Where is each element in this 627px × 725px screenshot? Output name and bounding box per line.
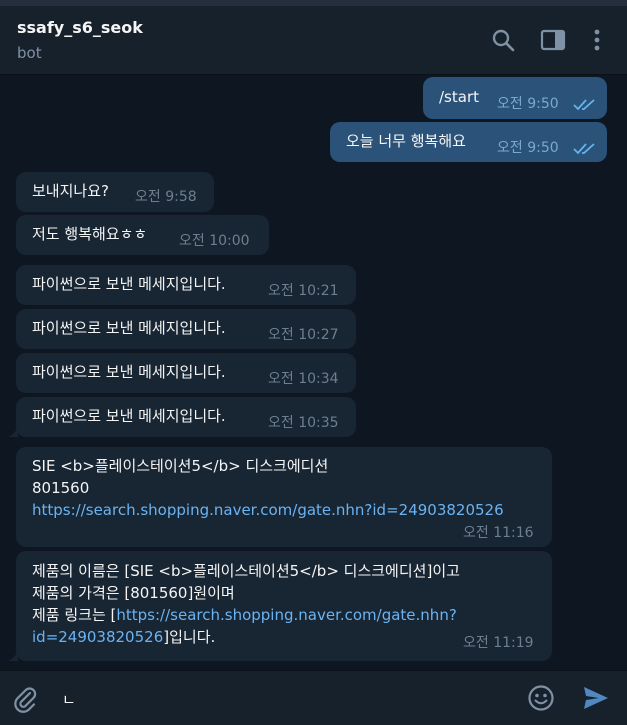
sidebar-toggle-icon[interactable] [539,26,567,54]
message-bubble[interactable]: 파이썬으로 보낸 메세지입니다. 오전 10:27 [16,309,356,349]
message-bubble[interactable]: 파이썬으로 보낸 메세지입니다. 오전 10:21 [16,265,356,305]
chat-title[interactable]: ssafy_s6_seok [17,18,143,37]
bubble-tail [8,651,18,661]
message-composer [0,670,627,725]
message-text-line: 제품 링크는 [https://search.shopping.naver.co… [32,605,457,626]
message-bubble[interactable]: 제품의 이름은 [SIE <b>플레이스테이션5</b> 디스크에디션]이고 제… [16,551,552,661]
bubble-tail [8,427,18,437]
message-text-line: 제품의 이름은 [SIE <b>플레이스테이션5</b> 디스크에디션]이고 [32,562,460,580]
message-time: 오전 11:19 [463,635,534,651]
send-icon[interactable] [581,683,611,713]
message-bubble[interactable]: 파이썬으로 보낸 메세지입니다. 오전 10:35 [16,397,356,437]
message-bubble[interactable]: SIE <b>플레이스테이션5</b> 디스크에디션 801560 https:… [16,447,552,547]
message-bubble[interactable]: 파이썬으로 보낸 메세지입니다. 오전 10:34 [16,353,356,393]
message-text-line: SIE <b>플레이스테이션5</b> 디스크에디션 [32,457,329,475]
read-ticks-icon [573,143,595,155]
message-bubble[interactable]: /start 오전 9:50 [423,77,607,119]
message-time: 오전 10:27 [268,327,339,343]
message-link[interactable]: https://search.shopping.naver.com/gate.n… [32,500,504,521]
message-bubble[interactable]: 저도 행복해요ㅎㅎ 오전 10:00 [16,215,269,255]
message-text: 파이썬으로 보낸 메세지입니다. [32,363,226,381]
message-input[interactable] [60,681,504,717]
chat-subtitle: bot [17,44,42,62]
message-text: 파이썬으로 보낸 메세지입니다. [32,407,226,425]
message-text-line: 제품의 가격은 [801560]원이며 [32,584,235,602]
chat-header: ssafy_s6_seok bot [0,6,627,75]
message-text: 오늘 너무 행복해요 [346,132,466,150]
message-time: 오전 9:50 [497,140,559,156]
message-link[interactable]: id=24903820526 [32,628,163,646]
message-link[interactable]: https://search.shopping.naver.com/gate.n… [116,606,456,624]
message-text-segment: ]입니다. [163,628,216,646]
message-text: /start [439,88,479,106]
message-text: 보내지나요? [32,182,109,200]
more-vertical-icon[interactable] [583,26,611,54]
message-bubble[interactable]: 보내지나요? 오전 9:58 [16,172,214,212]
message-text-line: 801560 [32,479,90,497]
message-text: 파이썬으로 보낸 메세지입니다. [32,275,226,293]
message-time: 오전 10:21 [268,283,339,299]
message-time: 오전 10:00 [179,233,250,249]
message-time: 오전 9:50 [497,96,559,112]
read-ticks-icon [573,99,595,111]
message-text-line: id=24903820526]입니다. [32,627,215,648]
search-icon[interactable] [489,26,517,54]
message-time: 오전 10:34 [268,371,339,387]
message-bubble[interactable]: 오늘 너무 행복해요 오전 9:50 [330,122,607,162]
message-time: 오전 10:35 [268,415,339,431]
message-time: 오전 11:16 [463,525,534,541]
message-time: 오전 9:58 [135,189,197,205]
message-list[interactable]: /start 오전 9:50 오늘 너무 행복해요 오전 9:50 보내지나요?… [0,75,627,669]
message-text-segment: 제품 링크는 [ [32,606,117,624]
paperclip-icon[interactable] [11,685,39,713]
message-text: 파이썬으로 보낸 메세지입니다. [32,319,226,337]
emoji-icon[interactable] [527,684,555,712]
message-text: 저도 행복해요ㅎㅎ [32,225,148,243]
